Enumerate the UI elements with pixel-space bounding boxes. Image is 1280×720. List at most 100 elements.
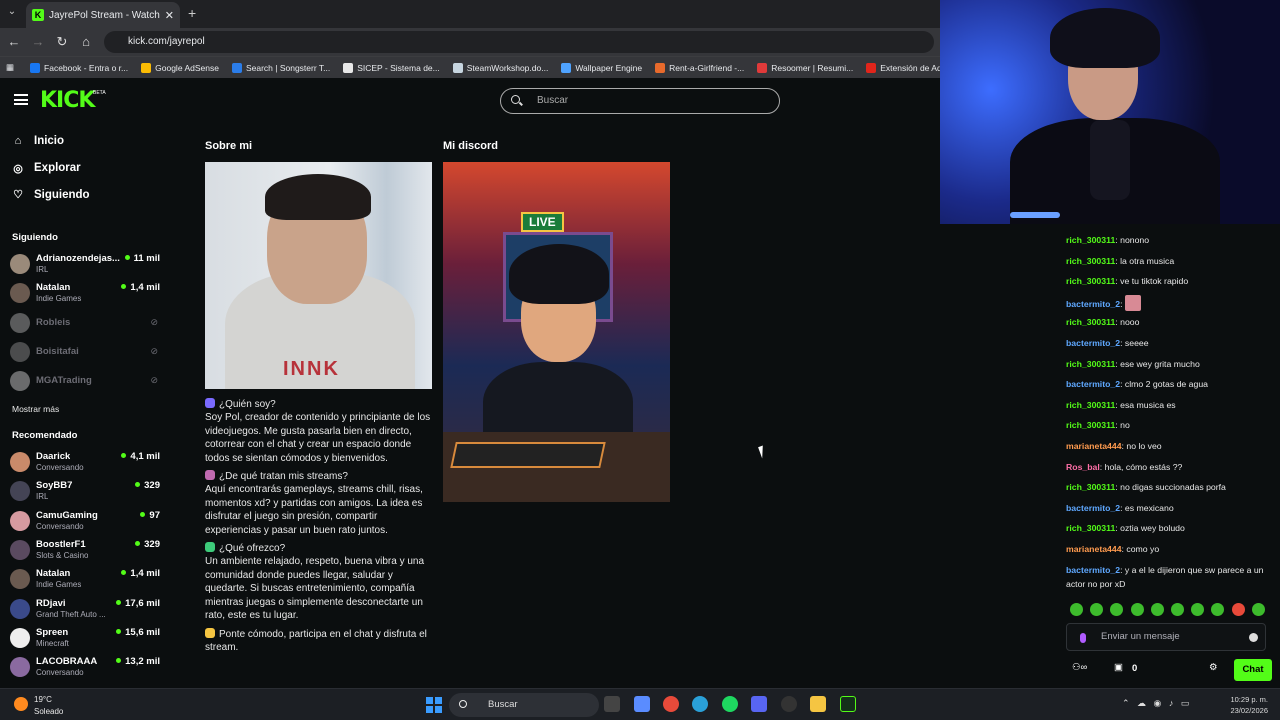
chat-username[interactable]: marianeta444 [1066, 441, 1122, 451]
edge-icon[interactable] [692, 696, 708, 712]
clock[interactable]: 10:29 p. m. 23/02/2026 [1224, 694, 1268, 716]
steam-icon[interactable] [781, 696, 797, 712]
nav-inicio[interactable]: ⌂ Inicio [12, 135, 64, 147]
apps-icon[interactable]: ▦ [6, 62, 14, 73]
chrome-icon[interactable] [663, 696, 679, 712]
file-explorer-icon[interactable] [810, 696, 826, 712]
channel-item[interactable]: Spreen Minecraft 15,6 mil [10, 624, 160, 652]
bookmarks-bar: ▦ Facebook - Entra o r... Google AdSense S… [0, 56, 940, 78]
viewer-count: 329 [135, 539, 160, 550]
bookmark-item[interactable]: Wallpaper Engine [561, 62, 642, 73]
bookmark-item[interactable]: SteamWorkshop.do... [452, 62, 548, 73]
bookmark-item[interactable]: Search | Songsterr T... [231, 62, 330, 73]
channel-item[interactable]: Daarick Conversando 4,1 mil [10, 448, 160, 476]
channel-item[interactable]: CamuGaming Conversando 97 [10, 507, 160, 535]
bookmark-favicon-icon [231, 62, 242, 73]
windows-start-icon[interactable] [426, 697, 442, 713]
chat-username[interactable]: rich_300311 [1066, 523, 1115, 533]
emote-icon[interactable] [1130, 603, 1144, 616]
channel-item[interactable]: MGATrading ⊘ [10, 367, 160, 395]
system-tray[interactable]: ⌃ ☁ ◉ ♪ ▭ [1122, 698, 1189, 709]
new-tab-icon[interactable]: + [188, 5, 196, 21]
tab-list-icon[interactable]: ⌄ [4, 6, 20, 22]
chat-username[interactable]: rich_300311 [1066, 276, 1115, 286]
search-input[interactable]: Buscar [500, 88, 780, 114]
back-icon[interactable]: ← [6, 34, 22, 49]
emote-icon[interactable] [1150, 603, 1164, 616]
channel-item[interactable]: RDjavi Grand Theft Auto ... 17,6 mil [10, 595, 160, 623]
hoodie-print: INNK [283, 358, 340, 380]
chat-username[interactable]: bactermito_2 [1066, 379, 1120, 389]
emote-icon[interactable] [1191, 603, 1205, 616]
viewer-count: 329 [135, 480, 160, 491]
avatar [10, 481, 30, 502]
chat-username[interactable]: marianeta444 [1066, 544, 1122, 554]
chat-username[interactable]: rich_300311 [1066, 482, 1115, 492]
forward-icon[interactable]: → [30, 34, 46, 49]
people-icon[interactable]: ⚇∞ [1072, 662, 1087, 673]
channel-item[interactable]: Natalan Indie Games 1,4 mil [10, 279, 160, 307]
chat-text: nooo [1120, 317, 1140, 328]
bookmark-item[interactable]: Google AdSense [141, 62, 219, 73]
channel-item[interactable]: BoostlerF1 Slots & Casino 329 [10, 536, 160, 564]
chat-username[interactable]: bactermito_2 [1066, 565, 1120, 575]
tab-title: JayrePol Stream - Watch Live o [49, 9, 161, 21]
chat-username[interactable]: bactermito_2 [1066, 299, 1120, 309]
chat-username[interactable]: rich_300311 [1066, 256, 1115, 266]
url-field[interactable]: kick.com/jayrepol [104, 31, 934, 53]
menu-icon[interactable] [14, 94, 28, 105]
chat-username[interactable]: bactermito_2 [1066, 338, 1120, 348]
chat-username[interactable]: rich_300311 [1066, 317, 1115, 327]
emote-icon[interactable] [1211, 603, 1225, 616]
bookmark-item[interactable]: Rent-a-Girlfriend -... [655, 62, 744, 73]
emoji-icon[interactable] [1249, 633, 1258, 642]
nav-explorar[interactable]: ◎ Explorar [12, 162, 80, 175]
channel-item[interactable]: Boisitafai ⊘ [10, 338, 160, 366]
close-tab-icon[interactable]: ✕ [165, 9, 174, 22]
gift-icon[interactable]: ▣ [1114, 662, 1123, 673]
channel-item[interactable]: LACOBRAAA Conversando 13,2 mil [10, 653, 160, 681]
chat-username[interactable]: rich_300311 [1066, 400, 1115, 410]
emote-icon[interactable] [1110, 603, 1124, 616]
emote-icon[interactable] [1231, 603, 1245, 616]
nav-siguiendo[interactable]: ♡ Siguiendo [12, 188, 90, 202]
spotify-icon[interactable] [722, 696, 738, 712]
channel-item[interactable]: Robleis ⊘ [10, 309, 160, 337]
avatar [10, 371, 30, 392]
emote-icon[interactable] [1170, 603, 1184, 616]
show-more-link[interactable]: Mostrar más [12, 404, 59, 414]
bookmark-item[interactable]: SICEP - Sistema de... [343, 62, 440, 73]
kick-logo[interactable]: KICK [40, 88, 95, 113]
channel-name: Natalan [36, 568, 71, 580]
emote-icon[interactable] [1251, 603, 1265, 616]
emote-icon[interactable] [1070, 603, 1083, 616]
widgets-icon[interactable] [634, 696, 650, 712]
bookmark-item[interactable]: Resoomer | Resumi... [757, 62, 853, 73]
chat-username[interactable]: bactermito_2 [1066, 503, 1120, 513]
bookmark-item[interactable]: Extensión de Adobe... [866, 62, 940, 73]
chat-username[interactable]: rich_300311 [1066, 235, 1115, 245]
chat-input[interactable]: Enviar un mensaje [1066, 623, 1266, 651]
chat-username[interactable]: rich_300311 [1066, 359, 1115, 369]
browser-tab[interactable]: K JayrePol Stream - Watch Live o ✕ [26, 2, 180, 28]
channel-name: SoyBB7 [36, 480, 73, 492]
emote-icon[interactable] [1090, 603, 1104, 616]
chat-username[interactable]: rich_300311 [1066, 420, 1115, 430]
about-line: ¿Quién soy? [205, 398, 435, 411]
discord-icon[interactable] [751, 696, 767, 712]
reload-icon[interactable]: ↻ [54, 34, 70, 50]
bookmark-item[interactable]: Facebook - Entra o r... [30, 62, 128, 73]
channel-item[interactable]: Natalan Indie Games 1,4 mil [10, 565, 160, 593]
chat-username[interactable]: Ros_bal [1066, 462, 1100, 472]
settings-icon[interactable]: ⚙ [1209, 662, 1218, 673]
chat-message: rich_300311: esa musica es [1066, 399, 1176, 410]
kick-app-icon[interactable] [840, 696, 856, 712]
channel-item[interactable]: Adrianozendejas... IRL 11 mil [10, 250, 160, 278]
channel-item[interactable]: SoyBB7 IRL 329 [10, 477, 160, 505]
taskbar-search[interactable]: Buscar [449, 693, 599, 717]
chat-send-button[interactable]: Chat [1234, 659, 1272, 681]
mic-icon[interactable] [1080, 633, 1086, 643]
task-view-icon[interactable] [604, 696, 620, 712]
home-icon[interactable]: ⌂ [78, 34, 94, 49]
discord-banner[interactable]: LIVE [443, 162, 670, 502]
